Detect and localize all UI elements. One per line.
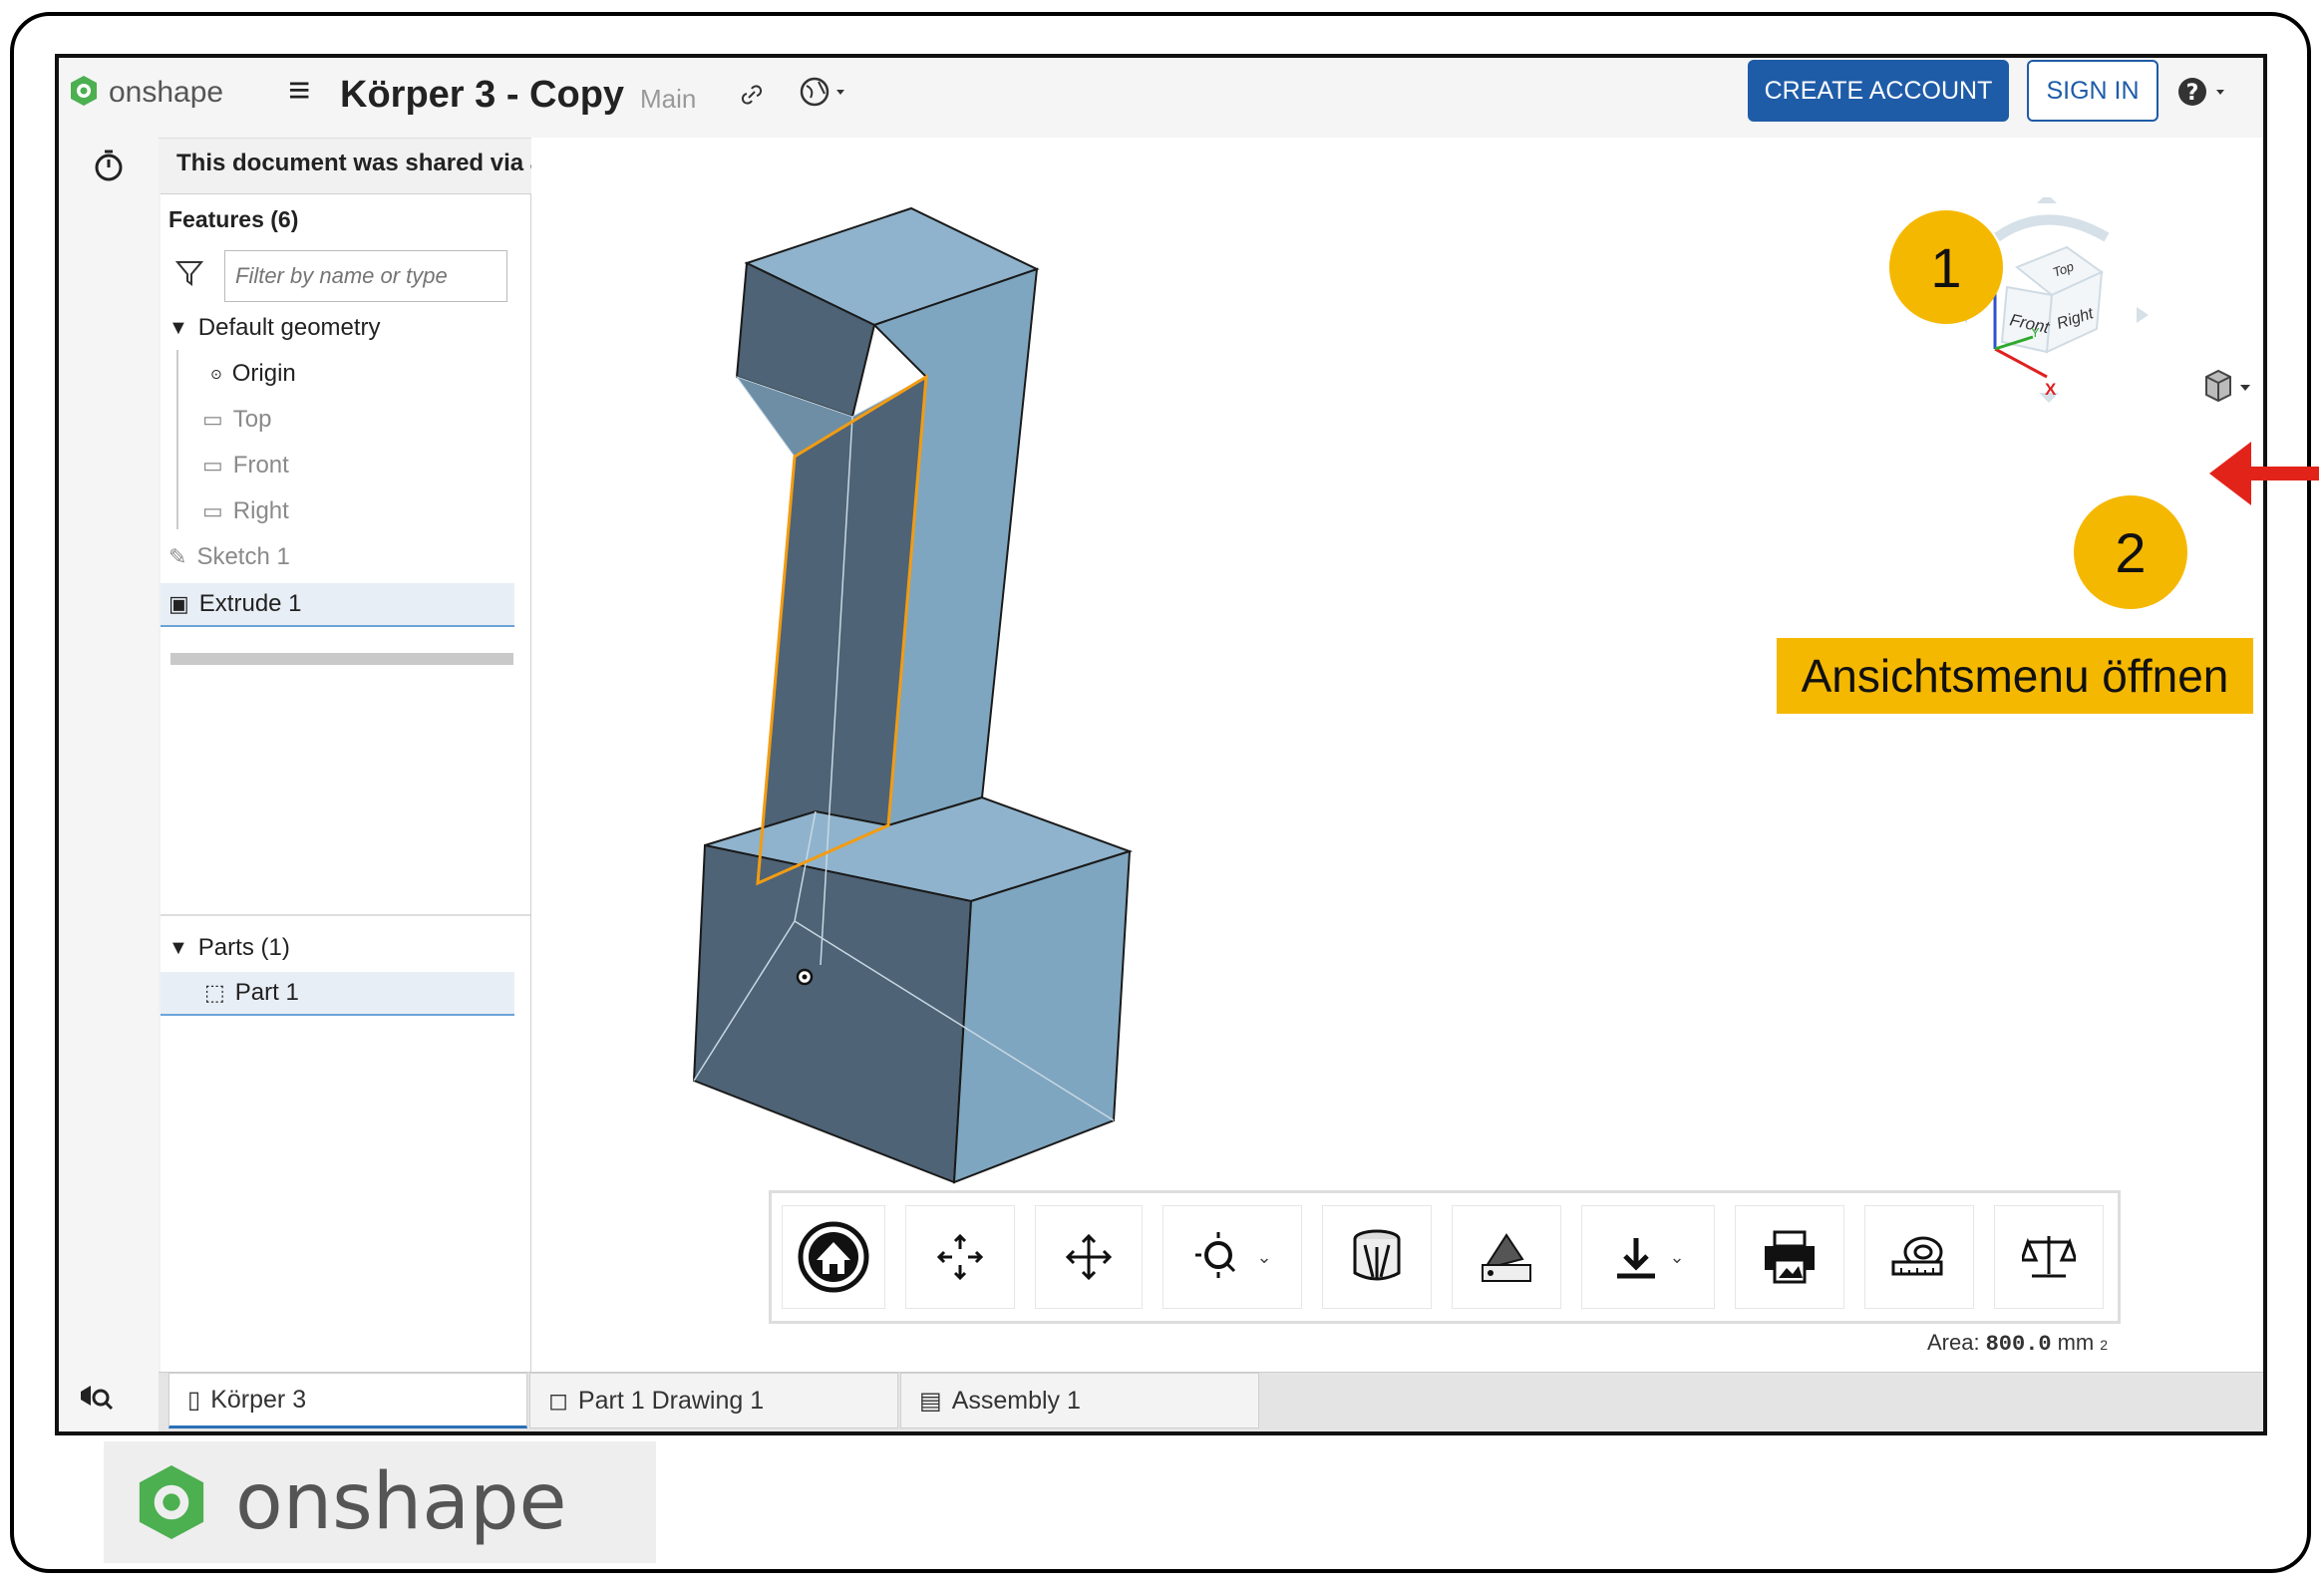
mass-properties-icon (2022, 1236, 2076, 1278)
sketch-pencil-icon: ✎ (168, 544, 187, 569)
print-icon (1765, 1230, 1815, 1284)
annotation-label: Ansichtsmenu öffnen (1777, 638, 2253, 714)
features-header: Features (6) (168, 206, 299, 232)
brand-name[interactable]: onshape (109, 76, 223, 110)
drawing-icon: ◻ (548, 1387, 568, 1415)
rotate-icon (936, 1233, 984, 1281)
zoom-dropdown-chevron-icon[interactable]: ⌄ (1256, 1247, 1271, 1268)
feature-label: Default geometry (197, 314, 381, 341)
parts-header-label: Parts (1) (197, 934, 290, 961)
branch-name[interactable]: Main (640, 84, 696, 115)
part-icon: ⬚ (204, 980, 225, 1005)
feature-label: Origin (231, 360, 296, 387)
feature-label: Extrude 1 (198, 590, 302, 617)
rollback-bar[interactable] (170, 653, 513, 665)
part-item[interactable]: ⬚ Part 1 (161, 972, 514, 1016)
part-label: Part 1 (234, 979, 299, 1006)
assembly-icon: ▤ (919, 1387, 942, 1415)
axis-x-label: X (2045, 380, 2057, 399)
area-unit: mm (2057, 1330, 2095, 1355)
appearance-button[interactable] (1452, 1205, 1561, 1309)
appearance-icon (1482, 1233, 1531, 1282)
sign-in-button[interactable]: SIGN IN (2027, 60, 2158, 122)
extrude-icon: ▣ (168, 591, 189, 616)
origin-icon: ⊙ (210, 365, 222, 382)
feature-sketch[interactable]: ✎ Sketch 1 (168, 535, 527, 579)
measure-icon (1891, 1236, 1943, 1276)
feature-label: Right (232, 497, 289, 524)
document-title[interactable]: Körper 3 - Copy (340, 74, 624, 117)
left-tool-strip (59, 138, 159, 1431)
panel-divider[interactable] (161, 914, 530, 916)
link-icon[interactable] (737, 80, 767, 110)
document-tab-bar: ▯ Körper 3 ◻ Part 1 Drawing 1 ▤ Assembly… (159, 1372, 2263, 1431)
view-menu-dropdown-icon[interactable] (2200, 367, 2256, 407)
tab-part-1-drawing-1[interactable]: ◻ Part 1 Drawing 1 (529, 1373, 898, 1428)
download-dropdown-chevron-icon[interactable]: ⌄ (1669, 1247, 1684, 1268)
feature-label: Top (232, 406, 272, 433)
search-tools-icon[interactable] (77, 1382, 117, 1416)
tab-koerper-3[interactable]: ▯ Körper 3 (168, 1373, 527, 1428)
plane-icon: ▭ (202, 407, 223, 432)
measure-button[interactable] (1864, 1205, 1974, 1309)
chevron-down-icon: ▼ (168, 316, 188, 339)
footer-logo: onshape (104, 1441, 656, 1563)
red-arrow-icon (2209, 442, 2319, 505)
filter-icon[interactable] (174, 258, 204, 288)
globe-icon[interactable] (799, 76, 854, 110)
create-account-button[interactable]: CREATE ACCOUNT (1748, 60, 2009, 122)
home-view-button[interactable] (782, 1205, 885, 1309)
history-icon[interactable] (91, 148, 127, 183)
feature-panel: Features (6) ▼ Default geometry ⊙ Origin… (161, 193, 531, 1379)
section-view-icon (1353, 1229, 1401, 1281)
feature-label: Front (232, 452, 289, 478)
zoom-icon (1195, 1232, 1236, 1278)
tab-label: Part 1 Drawing 1 (577, 1386, 765, 1415)
section-view-button[interactable] (1322, 1205, 1432, 1309)
pan-icon (1065, 1233, 1113, 1281)
hamburger-menu-icon[interactable]: ≡ (288, 70, 310, 113)
footer-brand: onshape (235, 1457, 567, 1547)
area-value: 800.0 (1985, 1332, 2052, 1357)
rotate-button[interactable] (905, 1205, 1015, 1309)
tab-assembly-1[interactable]: ▤ Assembly 1 (900, 1373, 1259, 1428)
download-button[interactable]: ⌄ (1581, 1205, 1715, 1309)
feature-plane-front[interactable]: ▭ Front (202, 444, 561, 487)
axis-y-label: Y (2031, 325, 2040, 340)
top-bar: onshape ≡ Körper 3 - Copy Main CREATE AC… (59, 58, 2263, 139)
home-icon (798, 1221, 869, 1293)
part-studio-icon: ▯ (187, 1386, 201, 1414)
feature-default-geometry[interactable]: ▼ Default geometry (168, 306, 527, 350)
parts-header[interactable]: ▼ Parts (1) (168, 926, 527, 970)
chevron-down-icon: ▼ (168, 936, 188, 959)
annotation-badge-1: 1 (1889, 210, 2003, 324)
area-label: Area: (1927, 1330, 1980, 1355)
plane-icon: ▭ (202, 498, 223, 523)
print-button[interactable] (1735, 1205, 1844, 1309)
svg-text:?: ? (2186, 81, 2199, 106)
plane-icon: ▭ (202, 453, 223, 477)
download-icon (1617, 1238, 1656, 1279)
annotation-badge-2: 2 (2074, 495, 2187, 609)
tab-label: Assembly 1 (951, 1386, 1081, 1415)
feature-label: Sketch 1 (196, 543, 290, 570)
area-status: Area: 800.0 mm 2 (1927, 1330, 2108, 1357)
onshape-logo-icon (139, 1464, 204, 1540)
onshape-logo-icon[interactable] (67, 74, 101, 108)
area-unit-exponent: 2 (2100, 1337, 2109, 1353)
tab-label: Körper 3 (210, 1385, 307, 1414)
view-toolbar: ⌄ ⌄ (769, 1190, 2121, 1324)
help-icon[interactable]: ? (2176, 76, 2236, 110)
zoom-button[interactable]: ⌄ (1162, 1205, 1302, 1309)
feature-extrude[interactable]: ▣ Extrude 1 (161, 583, 514, 627)
tree-guide-line (176, 350, 178, 529)
pan-button[interactable] (1035, 1205, 1143, 1309)
feature-filter-input[interactable] (224, 250, 507, 302)
feature-plane-top[interactable]: ▭ Top (202, 398, 561, 442)
graphics-viewport[interactable]: Top Front Right Z X Y (531, 138, 2263, 1431)
feature-origin[interactable]: ⊙ Origin (210, 352, 569, 396)
feature-plane-right[interactable]: ▭ Right (202, 489, 561, 533)
mass-properties-button[interactable] (1994, 1205, 2104, 1309)
